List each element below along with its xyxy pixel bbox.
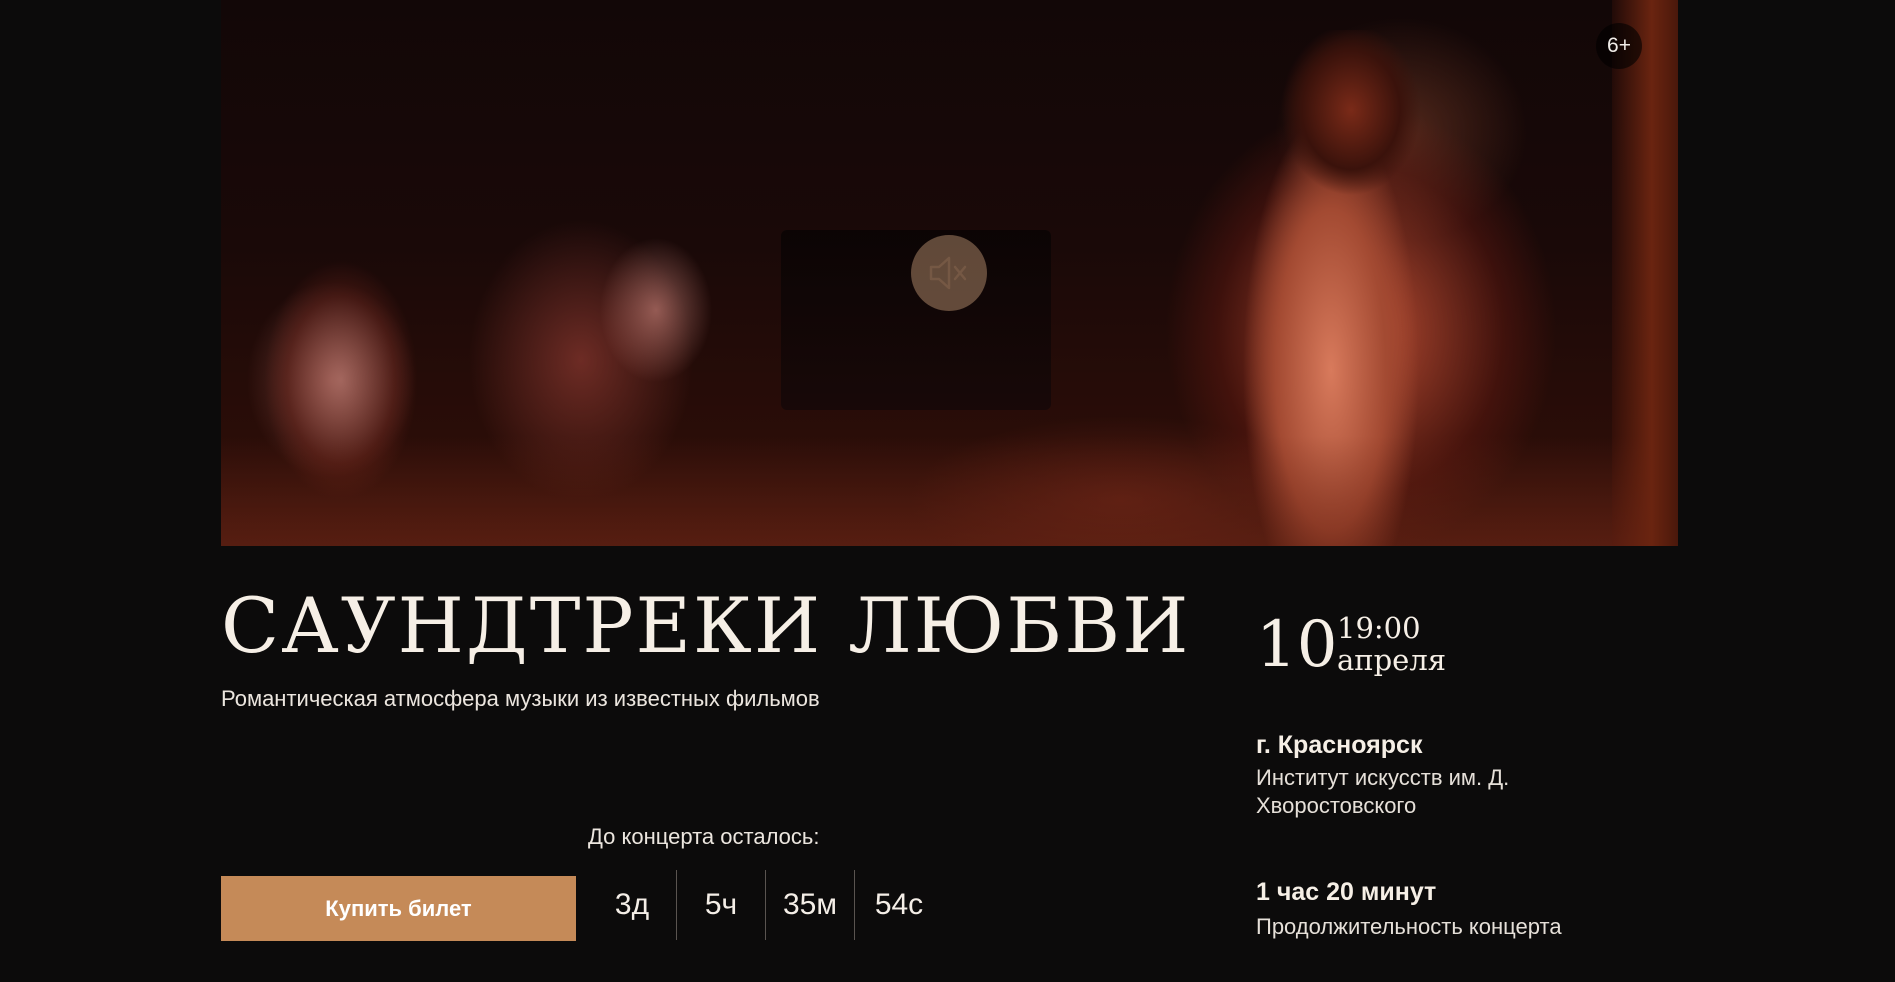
event-date-day: 10 (1256, 608, 1338, 682)
countdown-hours: 5ч (704, 888, 738, 921)
mute-toggle-button[interactable] (911, 235, 987, 311)
event-subtitle: Романтическая атмосфера музыки из извест… (221, 686, 820, 711)
age-rating-badge: 6+ (1596, 23, 1642, 69)
event-title: САУНДТРЕКИ ЛЮБВИ (221, 581, 1191, 670)
event-date-month: апреля (1337, 643, 1447, 677)
concert-duration-label: Продолжительность концерта (1256, 914, 1562, 939)
pianist-figure (581, 210, 731, 410)
event-venue: Институт искусств им. Д. Хворостовского (1256, 765, 1510, 818)
countdown-minutes: 35м (783, 888, 837, 921)
countdown-label: До концерта осталось: (588, 824, 820, 849)
stage-curtain (1612, 0, 1678, 546)
stage-floor (221, 436, 1678, 546)
speaker-muted-icon (929, 256, 967, 290)
event-page: 6+ САУНДТРЕКИ ЛЮБВИ Романтическая атмосф… (0, 0, 1895, 982)
event-city: г. Красноярск (1256, 731, 1423, 759)
concert-duration: 1 час 20 минут (1256, 878, 1437, 906)
countdown-timer: 3д 5ч 35м 54с (588, 870, 943, 940)
countdown-days: 3д (614, 888, 650, 921)
countdown-seconds: 54с (874, 888, 924, 921)
buy-ticket-button[interactable]: Купить билет (221, 876, 576, 941)
event-time: 19:00 (1337, 611, 1421, 645)
